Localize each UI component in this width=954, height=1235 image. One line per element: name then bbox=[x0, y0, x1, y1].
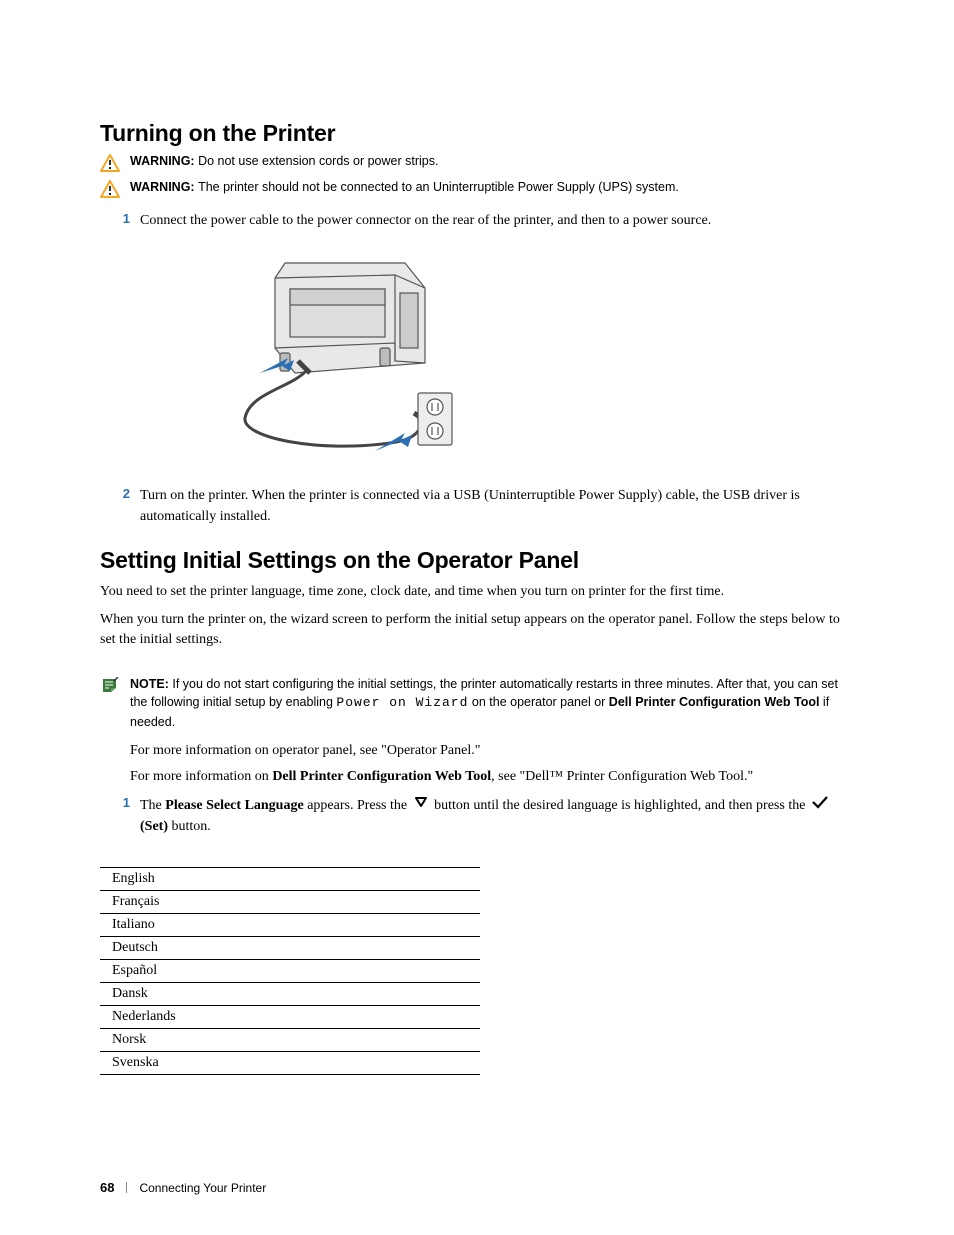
step-2-number: 2 bbox=[100, 486, 140, 527]
s3e: (Set) bbox=[140, 819, 168, 834]
down-arrow-icon bbox=[413, 795, 429, 816]
step-1-text: Connect the power cable to the power con… bbox=[140, 211, 711, 231]
heading-initial-settings: Setting Initial Settings on the Operator… bbox=[100, 547, 854, 574]
s3c: appears. Press the bbox=[304, 798, 411, 813]
language-row: Dansk bbox=[100, 983, 480, 1006]
note-label: NOTE: bbox=[130, 677, 172, 691]
warning-2: WARNING: The printer should not be conne… bbox=[100, 179, 854, 203]
note-icon bbox=[100, 675, 130, 698]
printer-cable-illustration bbox=[190, 243, 470, 478]
note-bold: Dell Printer Configuration Web Tool bbox=[609, 695, 820, 709]
language-cell: Español bbox=[100, 960, 480, 983]
s3b: Please Select Language bbox=[165, 798, 303, 813]
language-table: EnglishFrançaisItalianoDeutschEspañolDan… bbox=[100, 867, 480, 1075]
page-footer: 68 Connecting Your Printer bbox=[100, 1180, 266, 1195]
warning-2-label: WARNING: bbox=[130, 180, 198, 194]
sub-1: For more information on operator panel, … bbox=[130, 741, 854, 761]
s3a: The bbox=[140, 798, 165, 813]
language-row: Français bbox=[100, 891, 480, 914]
intro-2: When you turn the printer on, the wizard… bbox=[100, 610, 854, 651]
language-cell: Nederlands bbox=[100, 1006, 480, 1029]
step-2-text: Turn on the printer. When the printer is… bbox=[140, 486, 854, 527]
step-1: 1 Connect the power cable to the power c… bbox=[100, 211, 854, 231]
warning-1-text: Do not use extension cords or power stri… bbox=[198, 154, 438, 168]
heading-turning-on: Turning on the Printer bbox=[100, 120, 854, 147]
step-lang-number: 1 bbox=[100, 795, 140, 837]
footer-divider bbox=[126, 1182, 127, 1193]
warning-icon bbox=[100, 153, 130, 177]
sub-2-a: For more information on bbox=[130, 769, 272, 784]
note-t2: on the operator panel or bbox=[468, 695, 608, 709]
note-mono: Power on Wizard bbox=[336, 695, 468, 710]
language-cell: English bbox=[100, 868, 480, 891]
warning-1: WARNING: Do not use extension cords or p… bbox=[100, 153, 854, 177]
language-cell: Dansk bbox=[100, 983, 480, 1006]
intro-1: You need to set the printer language, ti… bbox=[100, 582, 854, 602]
warning-1-label: WARNING: bbox=[130, 154, 198, 168]
language-cell: Svenska bbox=[100, 1052, 480, 1075]
sub-2-b: Dell Printer Configuration Web Tool bbox=[272, 769, 491, 784]
language-cell: Italiano bbox=[100, 914, 480, 937]
sub-2: For more information on Dell Printer Con… bbox=[130, 767, 854, 787]
language-row: Italiano bbox=[100, 914, 480, 937]
language-cell: Français bbox=[100, 891, 480, 914]
document-page: Turning on the Printer WARNING: Do not u… bbox=[0, 0, 954, 1235]
warning-2-text: The printer should not be connected to a… bbox=[198, 180, 679, 194]
note-block: NOTE: If you do not start configuring th… bbox=[100, 675, 854, 731]
step-lang-text: The Please Select Language appears. Pres… bbox=[140, 795, 854, 837]
section-title: Connecting Your Printer bbox=[139, 1181, 266, 1195]
language-cell: Deutsch bbox=[100, 937, 480, 960]
language-row: Norsk bbox=[100, 1029, 480, 1052]
step-2: 2 Turn on the printer. When the printer … bbox=[100, 486, 854, 527]
language-cell: Norsk bbox=[100, 1029, 480, 1052]
checkmark-icon bbox=[811, 795, 829, 816]
language-row: Nederlands bbox=[100, 1006, 480, 1029]
step-lang: 1 The Please Select Language appears. Pr… bbox=[100, 795, 854, 837]
step-1-number: 1 bbox=[100, 211, 140, 231]
language-row: Deutsch bbox=[100, 937, 480, 960]
language-row: English bbox=[100, 868, 480, 891]
language-row: Svenska bbox=[100, 1052, 480, 1075]
s3f: button. bbox=[168, 819, 211, 834]
sub-2-c: , see "Dell™ Printer Configuration Web T… bbox=[491, 769, 753, 784]
page-number: 68 bbox=[100, 1180, 114, 1195]
warning-icon bbox=[100, 179, 130, 203]
s3d: button until the desired language is hig… bbox=[431, 798, 809, 813]
language-row: Español bbox=[100, 960, 480, 983]
